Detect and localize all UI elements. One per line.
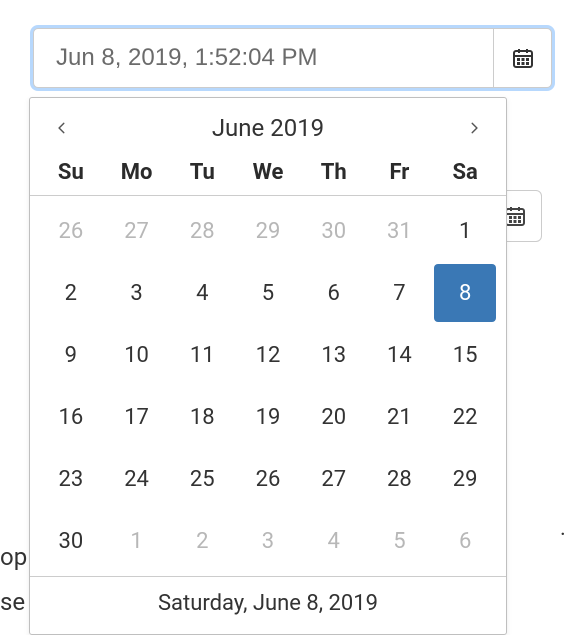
calendar-footer: Saturday, June 8, 2019 bbox=[30, 577, 506, 634]
day-cell[interactable]: 30 bbox=[303, 202, 365, 260]
day-cell[interactable]: 23 bbox=[40, 450, 102, 508]
day-cell[interactable]: 26 bbox=[237, 450, 299, 508]
prev-month-button[interactable] bbox=[42, 108, 82, 148]
weekday-label: Fr bbox=[367, 160, 433, 185]
weekday-label: Mo bbox=[104, 160, 170, 185]
day-cell[interactable]: 19 bbox=[237, 388, 299, 446]
weekday-label: Su bbox=[38, 160, 104, 185]
day-cell[interactable]: 8 bbox=[434, 264, 496, 322]
day-cell[interactable]: 28 bbox=[369, 450, 431, 508]
day-cell[interactable]: 1 bbox=[434, 202, 496, 260]
day-cell[interactable]: 11 bbox=[171, 326, 233, 384]
day-cell[interactable]: 26 bbox=[40, 202, 102, 260]
day-cell[interactable]: 17 bbox=[106, 388, 168, 446]
day-cell[interactable]: 27 bbox=[303, 450, 365, 508]
day-cell[interactable]: 10 bbox=[106, 326, 168, 384]
day-cell[interactable]: 18 bbox=[171, 388, 233, 446]
days-grid: 2627282930311234567891011121314151617181… bbox=[30, 195, 506, 577]
month-year-label[interactable]: June 2019 bbox=[212, 114, 324, 142]
day-cell[interactable]: 20 bbox=[303, 388, 365, 446]
day-cell[interactable]: 3 bbox=[106, 264, 168, 322]
day-cell[interactable]: 3 bbox=[237, 512, 299, 570]
background-text: . bbox=[560, 516, 566, 541]
chevron-left-icon bbox=[55, 121, 69, 135]
calendar-nav: June 2019 bbox=[30, 98, 506, 154]
day-cell[interactable]: 2 bbox=[171, 512, 233, 570]
background-text: op bbox=[0, 543, 27, 571]
day-cell[interactable]: 24 bbox=[106, 450, 168, 508]
day-cell[interactable]: 30 bbox=[40, 512, 102, 570]
weekday-label: Tu bbox=[169, 160, 235, 185]
day-cell[interactable]: 2 bbox=[40, 264, 102, 322]
day-cell[interactable]: 29 bbox=[237, 202, 299, 260]
date-input-group bbox=[33, 28, 552, 88]
day-cell[interactable]: 28 bbox=[171, 202, 233, 260]
day-cell[interactable]: 21 bbox=[369, 388, 431, 446]
calendar-toggle-button[interactable] bbox=[493, 29, 551, 87]
chevron-right-icon bbox=[467, 121, 481, 135]
day-cell[interactable]: 27 bbox=[106, 202, 168, 260]
weekday-label: Th bbox=[301, 160, 367, 185]
day-cell[interactable]: 7 bbox=[369, 264, 431, 322]
date-input[interactable] bbox=[34, 29, 493, 87]
day-cell[interactable]: 5 bbox=[237, 264, 299, 322]
day-cell[interactable]: 22 bbox=[434, 388, 496, 446]
day-cell[interactable]: 14 bbox=[369, 326, 431, 384]
day-cell[interactable]: 9 bbox=[40, 326, 102, 384]
day-cell[interactable]: 4 bbox=[303, 512, 365, 570]
day-cell[interactable]: 4 bbox=[171, 264, 233, 322]
day-cell[interactable]: 6 bbox=[434, 512, 496, 570]
day-cell[interactable]: 1 bbox=[106, 512, 168, 570]
next-month-button[interactable] bbox=[454, 108, 494, 148]
day-cell[interactable]: 5 bbox=[369, 512, 431, 570]
day-cell[interactable]: 6 bbox=[303, 264, 365, 322]
weekday-label: We bbox=[235, 160, 301, 185]
day-cell[interactable]: 31 bbox=[369, 202, 431, 260]
calendar-icon bbox=[511, 46, 535, 70]
calendar-popup: June 2019 SuMoTuWeThFrSa 262728293031123… bbox=[29, 97, 507, 635]
day-cell[interactable]: 25 bbox=[171, 450, 233, 508]
day-cell[interactable]: 13 bbox=[303, 326, 365, 384]
weekday-label: Sa bbox=[432, 160, 498, 185]
day-cell[interactable]: 15 bbox=[434, 326, 496, 384]
day-cell[interactable]: 16 bbox=[40, 388, 102, 446]
weekday-header: SuMoTuWeThFrSa bbox=[30, 154, 506, 195]
day-cell[interactable]: 29 bbox=[434, 450, 496, 508]
day-cell[interactable]: 12 bbox=[237, 326, 299, 384]
